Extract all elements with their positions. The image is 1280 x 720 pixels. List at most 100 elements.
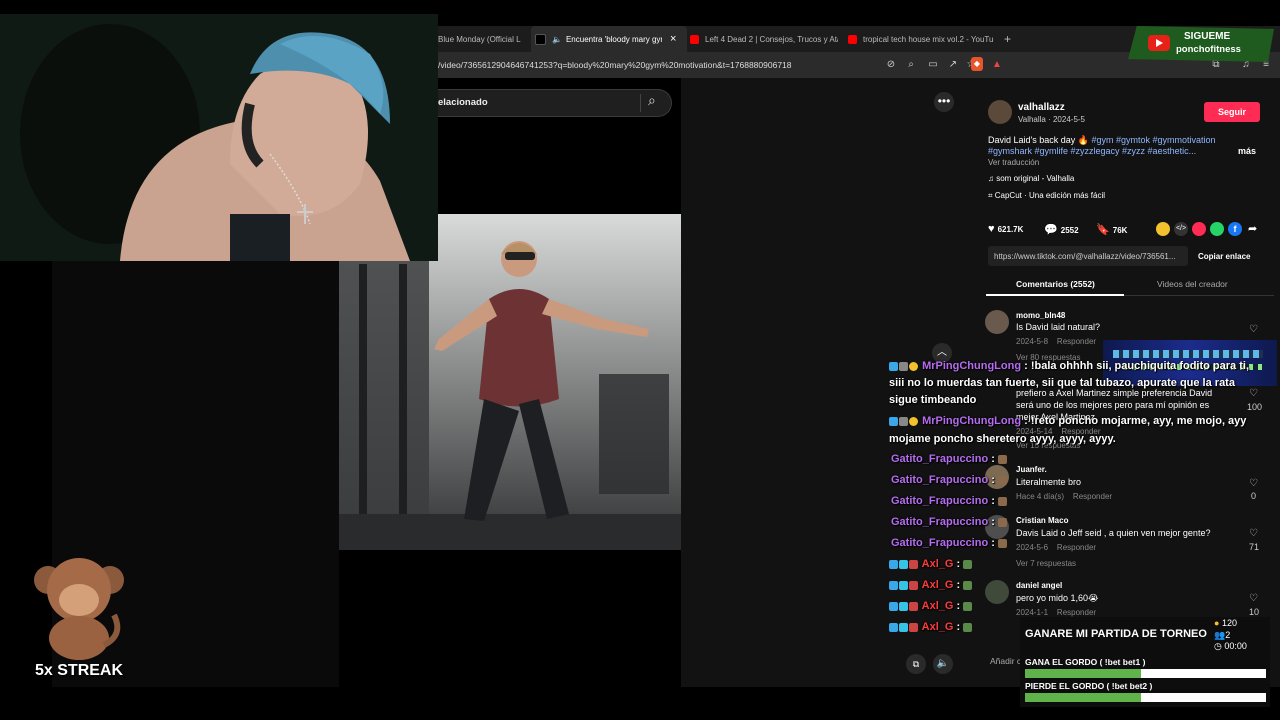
reply-link[interactable]: Responder [1073,492,1112,501]
link-field[interactable]: https://www.tiktok.com/@valhallazz/video… [988,246,1188,266]
whatsapp-icon[interactable] [1210,222,1224,236]
like-count: 71 [1249,542,1260,552]
chat-username[interactable]: Axl_G [922,600,954,612]
chat-message: Axl_G : [889,621,973,633]
comment-text: Is David laid natural? [1016,322,1101,332]
brave-shield-icon[interactable]: ◆ [971,57,983,71]
like-stat[interactable]: ♥ 621.7K [988,223,1023,235]
hashtags[interactable]: #gym #gymtok #gymmotivation [1091,135,1215,145]
save-stat[interactable]: 🔖 76K [1096,223,1127,236]
chat-username[interactable]: Axl_G [922,558,954,570]
search-input[interactable]: elacionado ⌕ [438,89,672,117]
new-tab-button[interactable]: + [1004,26,1018,52]
share-arrow-icon[interactable]: ➦ [1248,222,1257,235]
heart-outline-icon[interactable]: ♡ [1249,388,1258,399]
heart-outline-icon[interactable]: ♡ [1249,324,1258,335]
tab-blue-monday[interactable]: Blue Monday (Official L [438,26,530,52]
rewards-icon[interactable]: ▲ [990,58,1004,72]
comment-text: Davis Laid o Jeff seid , a quien ven mej… [1016,528,1211,538]
comment-user[interactable]: momo_bln48 [1016,311,1065,320]
comment-meta: 2024-5-8 Responder [1016,337,1097,346]
cast-icon[interactable]: ▭ [926,58,940,72]
tab-divider [1124,295,1274,296]
mute-icon[interactable]: ⊘ [884,58,898,72]
tiktok-video[interactable] [339,214,681,550]
poll-option-2-bar [1025,693,1266,702]
chat-message: Axl_G : [889,600,973,612]
avatar[interactable] [985,580,1009,604]
chat-username[interactable]: Axl_G [922,621,954,633]
heart-outline-icon[interactable]: ♡ [1249,478,1258,489]
reply-link[interactable]: Responder [1057,608,1096,617]
tab-left4dead[interactable]: Left 4 Dead 2 | Consejos, Trucos y Ata [690,26,838,52]
chat-username[interactable]: Gatito_Frapuccino [891,474,988,486]
post-username[interactable]: valhallazz [1018,102,1065,113]
comment-user[interactable]: Juanfer. [1016,465,1047,474]
tab-label: Left 4 Dead 2 | Consejos, Trucos y Ata [705,34,838,44]
gym-scene-illustration [339,214,681,550]
reply-link[interactable]: Responder [1057,543,1096,552]
reply-link[interactable]: Responder [1057,337,1096,346]
facebook-icon[interactable]: f [1228,222,1242,236]
send-icon[interactable] [1192,222,1206,236]
chat-username[interactable]: MrPingChungLong [922,415,1021,427]
chat-message: Gatito_Frapuccino : [891,474,1008,486]
chat-text: : !bala ohhhh sii, pauchiquita fodito pa… [1024,360,1249,372]
youtube-logo-icon [1148,35,1170,51]
poll-option-2: PIERDE EL GORDO ( !bet bet2 ) [1025,681,1153,691]
chat-username[interactable]: MrPingChungLong [922,360,1021,372]
heart-outline-icon[interactable]: ♡ [1249,593,1258,604]
chat-text-line3: sigue timbeando [889,394,977,406]
comment-text: prefiero a Axel Martinez simple preferen… [1016,388,1213,398]
search-icon[interactable]: ⌕ [648,92,656,109]
url-field[interactable]: /video/7365612904646741253?q=bloody%20ma… [438,52,792,78]
volume-icon[interactable]: 🔈 [933,654,953,674]
like-count: 0 [1251,491,1257,501]
chat-username[interactable]: Gatito_Frapuccino [891,537,988,549]
coin-icon: ● [1214,618,1220,628]
heart-outline-icon[interactable]: ♡ [1249,528,1258,539]
share-icon[interactable]: ↗ [946,58,960,72]
tab-tropical-mix[interactable]: tropical tech house mix vol.2 - YouTu [848,26,998,52]
chat-username[interactable]: Gatito_Frapuccino [891,516,988,528]
speaker-icon: 🔈 [552,34,562,44]
avatar[interactable] [988,100,1012,124]
close-tab-icon[interactable]: × [670,33,676,45]
chat-message: MrPingChungLong : !reto poncho mojarme, … [889,415,1246,427]
hashtags-line2[interactable]: #gymshark #gymlife #zyzzlegacy #zyzz #ae… [988,146,1196,156]
view-replies[interactable]: Ver 7 respuestas [1016,559,1076,568]
search-icon[interactable]: ⌕ [904,58,918,72]
coin-icon[interactable] [1156,222,1170,236]
comment-user[interactable]: Cristian Maco [1016,516,1068,525]
follow-handle: ponchofitness [1176,44,1241,55]
more-link[interactable]: más [1238,146,1256,156]
tab-creator-videos[interactable]: Videos del creador [1157,279,1228,289]
search-input-value: elacionado [438,97,488,108]
comment-meta: Hace 4 día(s) Responder [1016,492,1113,501]
tab-tiktok-search[interactable]: 🔈 Encuentra 'bloody mary gym × [531,26,687,52]
poll-option-1: GANA EL GORDO ( !bet bet1 ) [1025,657,1146,667]
avatar[interactable] [985,310,1009,334]
capcut-row[interactable]: ⌗ CapCut · Una edición más fácil [988,191,1105,201]
tab-label: Blue Monday (Official L [438,34,521,44]
bookmark-icon: 🔖 [1096,224,1113,236]
follow-button[interactable]: Seguir [1204,102,1260,122]
more-options-icon[interactable]: ••• [934,92,954,112]
post-description: David Laid's back day 🔥 #gym #gymtok #gy… [988,135,1216,145]
comment-stat[interactable]: 💬 2552 [1044,223,1079,236]
pip-icon[interactable]: ⧉ [906,654,926,674]
tab-comments[interactable]: Comentarios (2552) [1016,279,1095,289]
chat-message: Axl_G : [889,558,973,570]
chat-username[interactable]: Axl_G [922,579,954,591]
comment-text: Literalmente bro [1016,477,1082,487]
tab-label: tropical tech house mix vol.2 - YouTu [863,34,994,44]
music-row[interactable]: ♫ som original - Valhalla [988,174,1074,183]
chat-username[interactable]: Gatito_Frapuccino [891,453,988,465]
translate-link[interactable]: Ver traducción [988,158,1039,167]
clock-icon: ◷ [1214,641,1222,651]
chat-username[interactable]: Gatito_Frapuccino [891,495,988,507]
comment-user[interactable]: daniel angel [1016,581,1062,590]
copy-link-button[interactable]: Copiar enlace [1198,252,1250,261]
embed-icon[interactable]: </> [1174,222,1188,236]
heart-icon: ♥ [988,223,998,235]
